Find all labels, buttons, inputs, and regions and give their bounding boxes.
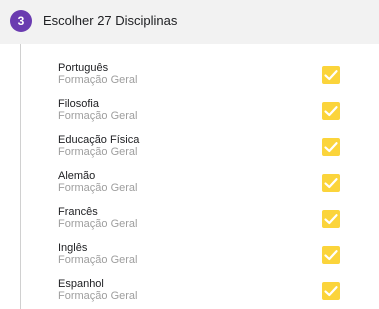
- discipline-category: Formação Geral: [58, 110, 138, 122]
- checkmark-icon: [324, 286, 338, 297]
- checkbox[interactable]: [322, 282, 340, 300]
- checkmark-icon: [324, 178, 338, 189]
- discipline-name: Português: [58, 62, 109, 74]
- discipline-list: Português Formação Geral Filosofia Forma…: [0, 56, 379, 308]
- checkmark-icon: [324, 142, 338, 153]
- step-number-badge: 3: [10, 10, 32, 32]
- discipline-category: Formação Geral: [58, 146, 138, 158]
- discipline-name: Educação Física: [58, 134, 140, 146]
- checkbox[interactable]: [322, 174, 340, 192]
- list-item: Espanhol Formação Geral: [0, 272, 379, 308]
- discipline-name: Alemão: [58, 170, 96, 182]
- discipline-category: Formação Geral: [58, 254, 138, 266]
- checkmark-icon: [324, 106, 338, 117]
- list-item: Português Formação Geral: [0, 56, 379, 92]
- checkmark-icon: [324, 250, 338, 261]
- discipline-name: Francês: [58, 206, 98, 218]
- discipline-category: Formação Geral: [58, 74, 138, 86]
- list-item: Educação Física Formação Geral: [0, 128, 379, 164]
- discipline-name: Espanhol: [58, 278, 104, 290]
- discipline-name: Inglês: [58, 242, 88, 254]
- checkbox[interactable]: [322, 246, 340, 264]
- list-item: Francês Formação Geral: [0, 200, 379, 236]
- step-title: Escolher 27 Disciplinas: [43, 13, 178, 28]
- list-item: Filosofia Formação Geral: [0, 92, 379, 128]
- checkmark-icon: [324, 70, 338, 81]
- step-header[interactable]: 3 Escolher 27 Disciplinas: [0, 0, 379, 44]
- list-item: Alemão Formação Geral: [0, 164, 379, 200]
- discipline-category: Formação Geral: [58, 290, 138, 302]
- checkbox[interactable]: [322, 138, 340, 156]
- checkmark-icon: [324, 214, 338, 225]
- checkbox[interactable]: [322, 210, 340, 228]
- list-item: Inglês Formação Geral: [0, 236, 379, 272]
- checkbox[interactable]: [322, 66, 340, 84]
- discipline-category: Formação Geral: [58, 218, 138, 230]
- discipline-category: Formação Geral: [58, 182, 138, 194]
- discipline-name: Filosofia: [58, 98, 99, 110]
- checkbox[interactable]: [322, 102, 340, 120]
